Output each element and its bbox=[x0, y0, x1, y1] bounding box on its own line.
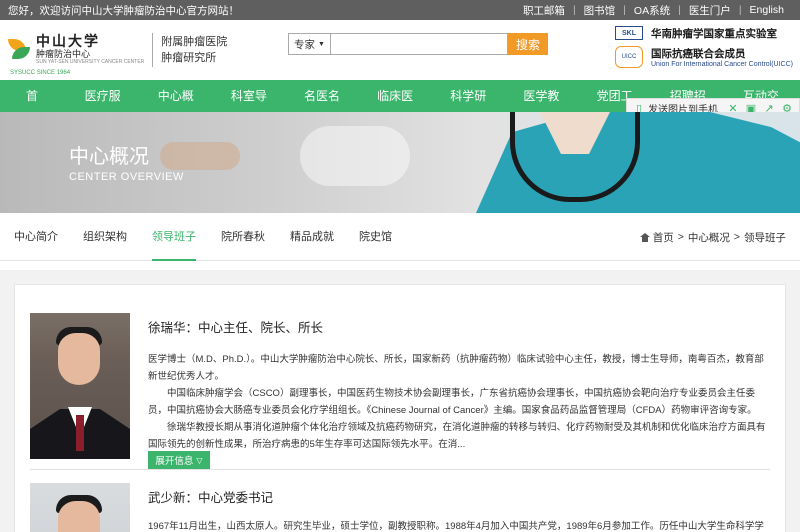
logo-abbr: SYSUCC SINCE 1964 bbox=[10, 70, 71, 76]
nav-item-medical-services[interactable]: 医疗服务 bbox=[69, 80, 142, 135]
chevron-down-icon: ▽ bbox=[196, 455, 203, 465]
top-link-oa-system[interactable]: OA系统 bbox=[626, 3, 678, 18]
top-link-doctor-portal[interactable]: 医生门户 bbox=[681, 3, 739, 18]
tab-organization[interactable]: 组织架构 bbox=[83, 213, 127, 261]
banner-title-en: CENTER OVERVIEW bbox=[69, 171, 184, 183]
nav-item-clinical[interactable]: 临床医疗 bbox=[361, 80, 434, 135]
leader-card: 徐瑞华：中心主任、院长、所长 医学博士（M.D、Ph.D.）。中山大学肿瘤防治中… bbox=[30, 313, 772, 469]
banner: 中心概况 CENTER OVERVIEW bbox=[0, 112, 800, 213]
divider bbox=[152, 33, 154, 67]
lab-info: SKL 华南肿瘤学国家重点实验室 UICC 国际抗癌联合会成员 Union Fo… bbox=[615, 24, 793, 68]
sub-nav: 中心简介 组织架构 领导班子 院所春秋 精品成就 院史馆 首页 > 中心概况 >… bbox=[0, 213, 800, 261]
nav-item-center-overview[interactable]: 中心概况 bbox=[142, 80, 215, 135]
top-link-staff-email[interactable]: 职工邮箱 bbox=[515, 3, 573, 18]
search-button[interactable]: 搜索 bbox=[508, 33, 548, 55]
nav-item-research[interactable]: 科学研究 bbox=[434, 80, 507, 135]
search-input[interactable] bbox=[330, 33, 508, 55]
leader-bio-paragraph: 中国临床肿瘤学会（CSCO）副理事长，中国医药生物技术协会副理事长，广东省抗癌协… bbox=[148, 388, 757, 416]
nav-item-famous-doctors[interactable]: 名医名家 bbox=[288, 80, 361, 135]
uicc-title-en: Union For International Cancer Control(U… bbox=[651, 61, 793, 68]
top-link-library[interactable]: 图书馆 bbox=[576, 3, 624, 18]
leader-card: 武少新：中心党委书记 1967年11月出生，山西太原人。研究生毕业，硕士学位，副… bbox=[30, 483, 770, 532]
leader-bio-paragraph: 1967年11月出生，山西太原人。研究生毕业，硕士学位，副教授职称。1988年4… bbox=[148, 521, 764, 532]
skl-logo: SKL bbox=[615, 26, 643, 40]
leader-name: 徐瑞华：中心主任、院长、所长 bbox=[148, 321, 324, 335]
banner-image bbox=[300, 126, 410, 186]
site-logo[interactable]: 中山大学 肿瘤防治中心 SUN YAT-SEN UNIVERSITY CANCE… bbox=[8, 33, 288, 67]
logo-university-name: 中山大学 bbox=[36, 33, 100, 50]
tab-leadership[interactable]: 领导班子 bbox=[152, 213, 196, 261]
leader-name: 武少新：中心党委书记 bbox=[148, 491, 274, 505]
search-category-select[interactable]: 专家 ▼ bbox=[288, 33, 330, 55]
leader-bio-paragraph: 医学博士（M.D、Ph.D.）。中山大学肿瘤防治中心院长、所长，国家新药（抗肿瘤… bbox=[148, 354, 764, 382]
tab-achievements[interactable]: 精品成就 bbox=[290, 213, 334, 261]
tab-intro[interactable]: 中心简介 bbox=[14, 213, 58, 261]
breadcrumb: 首页 > 中心概况 > 领导班子 bbox=[639, 213, 786, 261]
banner-title-cn: 中心概况 bbox=[69, 146, 149, 168]
tab-history[interactable]: 院所春秋 bbox=[221, 213, 265, 261]
leader-photo bbox=[30, 483, 130, 532]
nav-item-departments[interactable]: 科室导航 bbox=[215, 80, 288, 135]
top-links: 职工邮箱 | 图书馆 | OA系统 | 医生门户 | English bbox=[515, 3, 792, 18]
uicc-logo: UICC bbox=[615, 46, 643, 68]
affiliated-hospital: 附属肿瘤医院 bbox=[161, 36, 228, 48]
banner-title: 中心概况 CENTER OVERVIEW bbox=[69, 140, 184, 183]
top-bar: 您好，欢迎访问中山大学肿瘤防治中心官方网站！ 职工邮箱 | 图书馆 | OA系统 | … bbox=[0, 0, 800, 20]
affiliated-institute: 肿瘤研究所 bbox=[161, 52, 217, 64]
top-link-english[interactable]: English bbox=[742, 4, 792, 16]
breadcrumb-center-overview[interactable]: 中心概况 bbox=[688, 230, 730, 245]
leader-bio-paragraph: 徐瑞华教授长期从事消化道肿瘤个体化治疗领域及抗癌药物研究，在消化道肿瘤的转移与转… bbox=[148, 422, 766, 450]
uicc-title-cn: 国际抗癌联合会成员 bbox=[651, 48, 746, 60]
welcome-text: 您好，欢迎访问中山大学肿瘤防治中心官方网站！ bbox=[8, 4, 239, 17]
nav-item-education[interactable]: 医学教育 bbox=[507, 80, 580, 135]
search-bar: 专家 ▼ 搜索 bbox=[288, 33, 548, 55]
chevron-right-icon: > bbox=[733, 231, 740, 243]
tab-museum[interactable]: 院史馆 bbox=[359, 213, 392, 261]
header: 中山大学 肿瘤防治中心 SUN YAT-SEN UNIVERSITY CANCE… bbox=[0, 20, 800, 80]
content-area: 徐瑞华：中心主任、院长、所长 医学博士（M.D、Ph.D.）。中山大学肿瘤防治中… bbox=[0, 270, 800, 532]
lab-title: 华南肿瘤学国家重点实验室 bbox=[651, 27, 777, 40]
leaders-panel: 徐瑞华：中心主任、院长、所长 医学博士（M.D、Ph.D.）。中山大学肿瘤防治中… bbox=[14, 284, 786, 532]
chevron-right-icon: > bbox=[677, 231, 684, 243]
leader-photo bbox=[30, 313, 130, 459]
logo-leaf-icon bbox=[8, 37, 32, 63]
breadcrumb-home[interactable]: 首页 bbox=[653, 230, 674, 245]
home-icon bbox=[639, 232, 650, 242]
leader-info: 武少新：中心党委书记 1967年11月出生，山西太原人。研究生毕业，硕士学位，副… bbox=[148, 487, 772, 532]
breadcrumb-current: 领导班子 bbox=[744, 231, 786, 244]
nav-item-home[interactable]: 首页 bbox=[0, 80, 69, 135]
logo-text: 中山大学 肿瘤防治中心 SUN YAT-SEN UNIVERSITY CANCE… bbox=[36, 33, 145, 66]
logo-english-name: SUN YAT-SEN UNIVERSITY CANCER CENTER bbox=[36, 58, 145, 65]
caret-down-icon: ▼ bbox=[318, 40, 325, 48]
affiliations: 附属肿瘤医院 肿瘤研究所 bbox=[161, 34, 227, 66]
expand-info-button[interactable]: 展开信息 ▽ bbox=[148, 451, 210, 469]
leader-info: 徐瑞华：中心主任、院长、所长 医学博士（M.D、Ph.D.）。中山大学肿瘤防治中… bbox=[148, 317, 772, 453]
main-nav: 首页 医疗服务 中心概况 科室导航 名医名家 临床医疗 科学研究 医学教育 党团… bbox=[0, 80, 800, 135]
divider bbox=[30, 469, 770, 470]
